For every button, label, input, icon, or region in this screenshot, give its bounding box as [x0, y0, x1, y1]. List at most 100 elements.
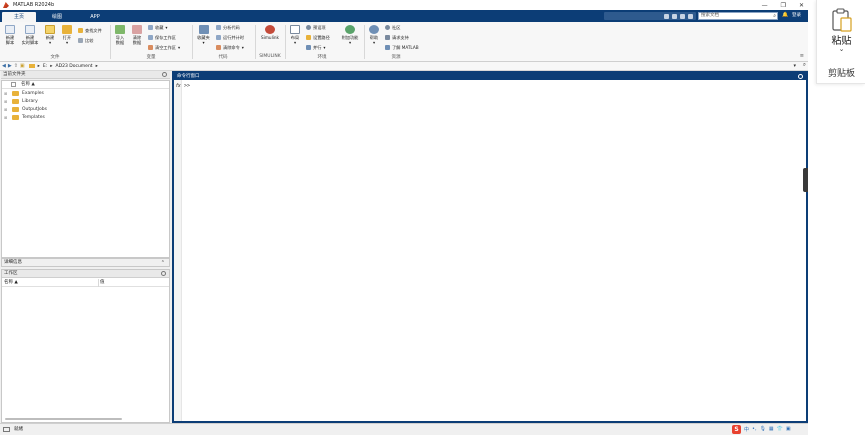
skin-icon[interactable]: 👕: [777, 426, 783, 432]
sogou-ime-icon[interactable]: S: [732, 424, 741, 434]
expand-icon[interactable]: ⊞: [4, 115, 10, 120]
panel-actions-icon[interactable]: [161, 271, 166, 276]
column-divider[interactable]: [98, 279, 99, 287]
clear-commands-button[interactable]: 清除命令 ▾: [216, 45, 244, 50]
tab-home[interactable]: 主页: [2, 12, 36, 22]
support-icon: [385, 35, 390, 40]
command-gutter: [174, 80, 182, 421]
compare-icon: [78, 38, 83, 43]
folder-search-icon[interactable]: ⌕: [803, 62, 806, 69]
group-label-code: 代码: [218, 55, 228, 60]
tab-plots[interactable]: 绘图: [42, 12, 72, 22]
collapse-ribbon-icon[interactable]: ≡: [800, 53, 804, 59]
documentation-search-input[interactable]: 搜索文档 ⌕: [698, 12, 778, 20]
list-item[interactable]: ⊞ Library: [2, 97, 169, 105]
new-script-button[interactable]: 新建 脚本: [2, 25, 18, 45]
redo-icon[interactable]: [680, 13, 685, 19]
find-files-button[interactable]: 查找文件: [78, 28, 102, 33]
analyze-code-button[interactable]: 分析代码: [216, 25, 240, 30]
learn-matlab-button[interactable]: 了解 MATLAB: [385, 45, 419, 50]
clean-data-button[interactable]: 清除 数据: [130, 25, 144, 45]
group-label-simulink: SIMULINK: [259, 54, 281, 59]
browse-folder-icon[interactable]: ▣: [20, 63, 25, 69]
side-panel-handle[interactable]: [803, 168, 808, 192]
new-live-script-button[interactable]: 新建 实时脚本: [20, 25, 40, 45]
expand-icon[interactable]: ⊞: [4, 107, 10, 112]
up-folder-icon[interactable]: ⇧: [14, 63, 18, 69]
run-and-time-button[interactable]: 运行并计时: [216, 35, 244, 40]
list-item[interactable]: ⊞ Examples: [2, 89, 169, 97]
add-ons-button[interactable]: 附加功能 ▾: [339, 25, 361, 45]
clear-workspace-button[interactable]: 清空工作区 ▾: [148, 45, 180, 50]
help-button[interactable]: 帮助 ▾: [367, 25, 381, 45]
list-item[interactable]: ⊞ OutputJobs: [2, 105, 169, 113]
login-button[interactable]: 登录: [792, 12, 801, 19]
matlab-window: MATLAB R2024b — ❐ ✕ 主页 绘图 APP 搜索文档 ⌕ 🔔 登…: [0, 0, 808, 435]
parallel-button[interactable]: 并行 ▾: [306, 45, 326, 50]
path-segment-drive[interactable]: E:: [43, 64, 47, 69]
expand-icon[interactable]: ⊞: [4, 91, 10, 96]
import-data-button[interactable]: 导入 数据: [113, 25, 127, 45]
variable-favorites-button[interactable]: 收藏 ▾: [148, 25, 168, 30]
request-support-button[interactable]: 请求支持: [385, 35, 409, 40]
save-icon[interactable]: [664, 13, 669, 19]
panel-actions-icon[interactable]: [162, 72, 167, 77]
set-path-button[interactable]: 设置路径: [306, 35, 330, 40]
status-text: 就绪: [14, 427, 23, 432]
path-segment-folder[interactable]: AD23 Document: [56, 64, 93, 69]
preferences-button[interactable]: 预设项: [306, 25, 326, 30]
notification-bell-icon[interactable]: 🔔: [782, 12, 788, 19]
simulink-button[interactable]: Simulink: [258, 25, 282, 40]
folder-icon: [12, 106, 19, 112]
microphone-icon[interactable]: 🎙: [760, 426, 766, 432]
status-icon: [3, 427, 10, 432]
layout-button[interactable]: 布局 ▾: [288, 25, 302, 45]
tab-apps[interactable]: APP: [80, 12, 110, 22]
list-item[interactable]: ⊞ Templates: [2, 113, 169, 121]
group-label-clipboard: 剪贴板: [827, 69, 855, 79]
command-prompt[interactable]: >>: [184, 83, 190, 89]
forward-arrow-icon[interactable]: ▶: [8, 63, 12, 69]
back-arrow-icon[interactable]: ◀: [2, 63, 6, 69]
group-label-resources: 资源: [391, 55, 401, 60]
command-window-header: 命令行窗口: [174, 73, 806, 80]
chevron-up-icon[interactable]: ⌃: [161, 259, 165, 267]
value-column-header[interactable]: 值: [100, 279, 105, 287]
new-dropdown-button[interactable]: 新建 ▾: [43, 25, 57, 45]
paste-icon[interactable]: [831, 8, 853, 32]
set-path-icon: [306, 35, 311, 40]
toolbox-icon[interactable]: ▣: [786, 426, 791, 432]
chinese-mode-icon[interactable]: 中: [744, 426, 749, 433]
community-button[interactable]: 社区: [385, 25, 400, 30]
select-all-checkbox[interactable]: [11, 82, 16, 87]
run-timer-icon: [216, 35, 221, 40]
command-window[interactable]: 命令行窗口 fx >>: [172, 71, 808, 423]
current-folder-address-bar: ◀ ▶ ⇧ ▣ ▸ E: ▸ AD23 Document ▸ ▾ ⌕: [0, 62, 808, 71]
open-dropdown-button[interactable]: 打开 ▾: [60, 25, 74, 45]
punctuation-icon[interactable]: •,: [752, 426, 757, 432]
panel-actions-icon[interactable]: [798, 74, 803, 79]
find-files-icon: [78, 28, 83, 33]
minimize-button[interactable]: —: [762, 2, 768, 9]
undo-icon[interactable]: [672, 13, 677, 19]
maximize-button[interactable]: ❐: [781, 2, 786, 9]
chevron-down-icon[interactable]: ⌄: [817, 45, 865, 53]
title-bar: MATLAB R2024b — ❐ ✕: [0, 0, 808, 10]
close-button[interactable]: ✕: [799, 2, 804, 9]
code-favorites-button[interactable]: 收藏夹 ▾: [195, 25, 212, 45]
search-icon[interactable]: ⌕: [773, 13, 776, 19]
function-browser-icon[interactable]: fx: [176, 83, 181, 89]
workspace-column-headers: 名称 ▲ 值: [2, 279, 169, 287]
keyboard-icon[interactable]: ▦: [769, 426, 774, 432]
name-column-header[interactable]: 名称 ▲: [4, 279, 18, 287]
expand-icon[interactable]: ⊞: [4, 99, 10, 104]
horizontal-scrollbar[interactable]: [5, 418, 122, 420]
clear-commands-icon: [216, 45, 221, 50]
compare-button[interactable]: 比较: [78, 38, 93, 43]
save-workspace-button[interactable]: 保存工作区: [148, 35, 176, 40]
name-column-header[interactable]: 名称 ▲: [2, 81, 169, 89]
help-icon[interactable]: [688, 13, 693, 19]
window-title: MATLAB R2024b: [13, 2, 55, 8]
address-dropdown-icon[interactable]: ▾: [793, 63, 796, 69]
details-panel-toggle[interactable]: 详细信息 ⌃: [1, 258, 170, 267]
